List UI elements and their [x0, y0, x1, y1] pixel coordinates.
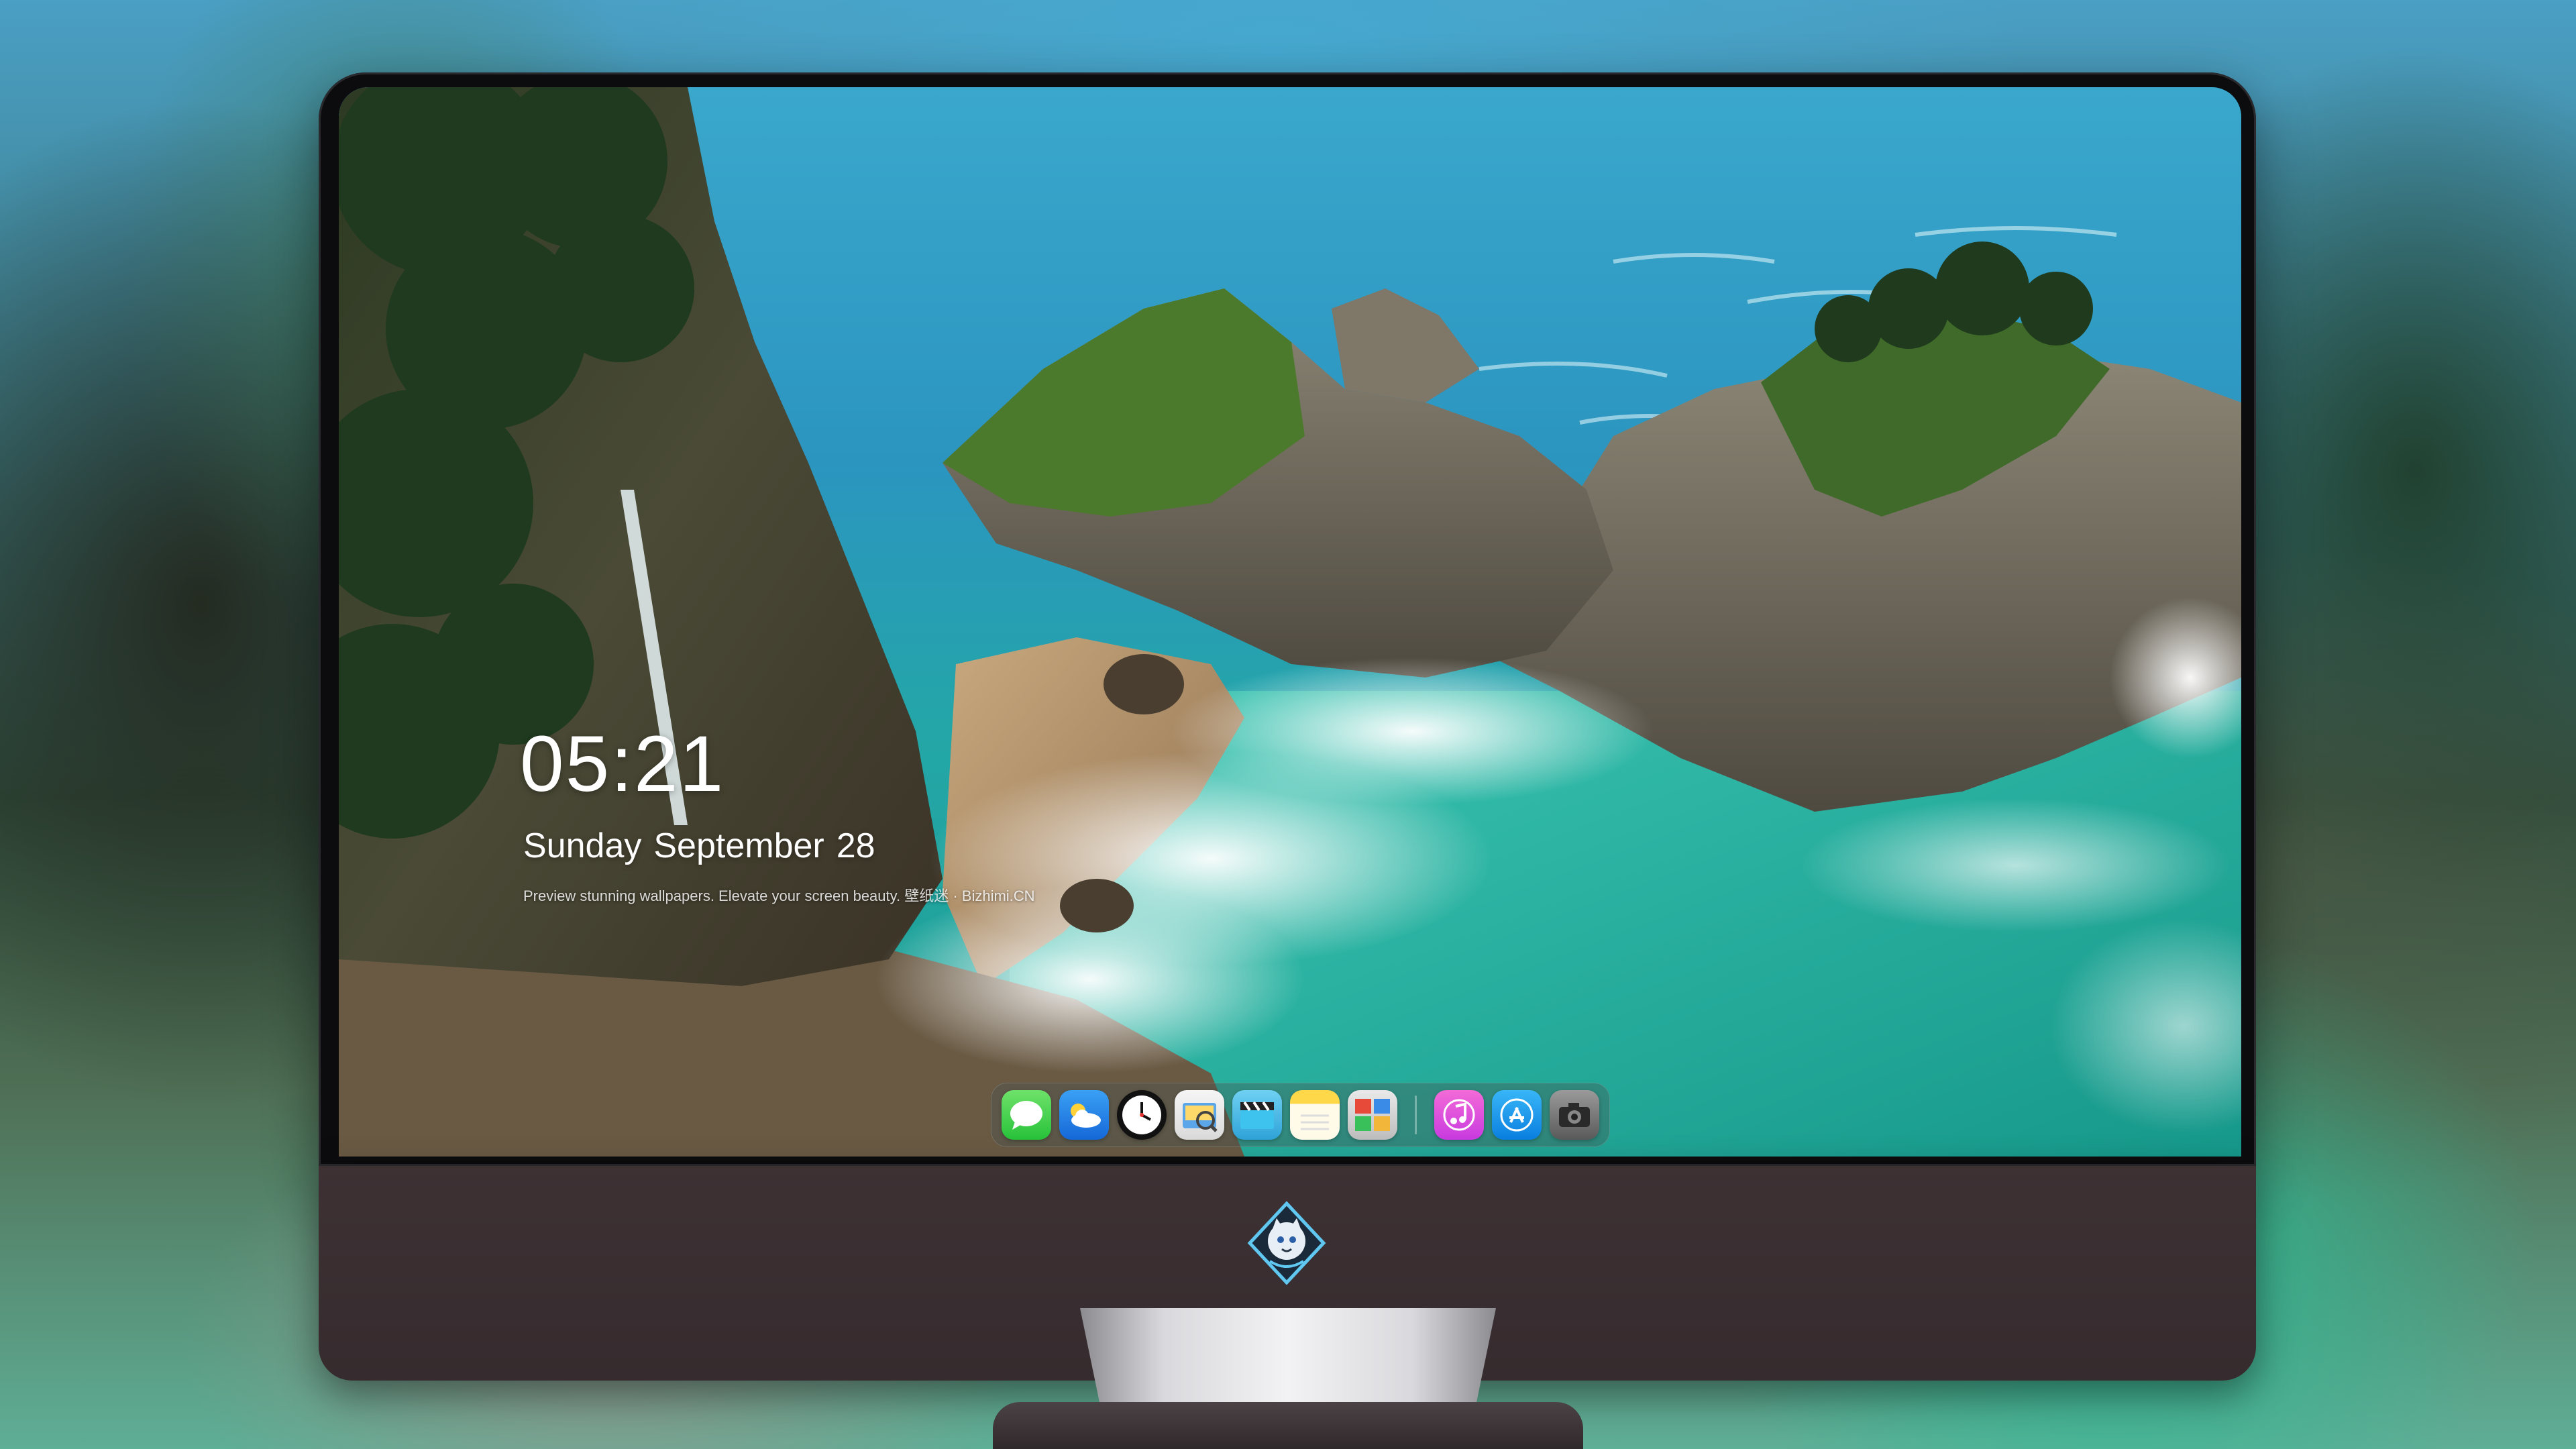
weather-icon[interactable] — [1059, 1090, 1109, 1140]
date-day: 28 — [836, 826, 875, 865]
monitor-stand — [993, 1308, 1583, 1449]
dock — [991, 1083, 1610, 1147]
notes-icon[interactable] — [1290, 1090, 1340, 1140]
wallpaper — [339, 87, 2241, 1157]
date-month: September — [653, 826, 824, 865]
wallpaper-tagline: Preview stunning wallpapers. Elevate you… — [523, 888, 1035, 904]
date-weekday: Sunday — [523, 826, 642, 865]
stand-base — [993, 1402, 1583, 1449]
lock-date: Sunday September 28 — [523, 828, 875, 863]
lock-clock: 05:21 — [520, 720, 725, 808]
monitor: 05:21 Sunday September 28 Preview stunning… — [319, 72, 2256, 1449]
clapper-icon[interactable] — [1232, 1090, 1282, 1140]
messages-icon[interactable] — [1002, 1090, 1051, 1140]
stand-neck — [1080, 1308, 1496, 1409]
music-icon[interactable] — [1434, 1090, 1484, 1140]
desktop-screen: 05:21 Sunday September 28 Preview stunning… — [339, 87, 2241, 1157]
camera-icon[interactable] — [1550, 1090, 1599, 1140]
clock-icon[interactable] — [1117, 1090, 1167, 1140]
app-store-icon[interactable] — [1492, 1090, 1542, 1140]
photo-booth-icon[interactable] — [1348, 1090, 1397, 1140]
preview-icon[interactable] — [1175, 1090, 1224, 1140]
dock-divider — [1415, 1095, 1417, 1134]
brand-logo — [1247, 1201, 1326, 1285]
